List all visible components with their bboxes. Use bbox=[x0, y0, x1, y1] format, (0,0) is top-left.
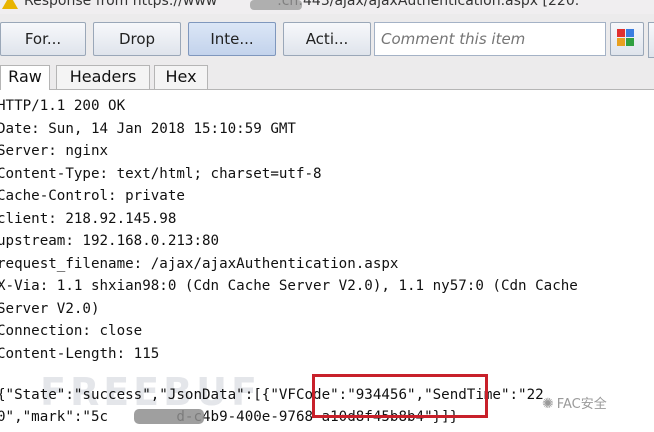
header-x-via-cont: Server V2.0) bbox=[0, 301, 100, 317]
header-content-length: Content-Length: 115 bbox=[0, 346, 160, 362]
warning-icon bbox=[2, 0, 18, 9]
intercept-button[interactable]: Inte... bbox=[188, 22, 276, 56]
source-watermark: ✺ FAC安全 bbox=[542, 396, 607, 412]
header-upstream: upstream: 192.168.0.213:80 bbox=[0, 233, 220, 249]
header-x-via: X-Via: 1.1 shxian98:0 (Cdn Cache Server … bbox=[0, 278, 578, 294]
vfcode-highlight-box bbox=[312, 374, 488, 418]
tab-raw[interactable]: Raw bbox=[0, 65, 50, 90]
highlight-color-button[interactable] bbox=[610, 22, 644, 56]
forward-button[interactable]: For... bbox=[0, 22, 86, 56]
redacted-domain bbox=[250, 0, 302, 10]
window-title-bar: Response from https://www .cn:443/ajax/aj… bbox=[0, 0, 654, 14]
tab-hex[interactable]: Hex bbox=[154, 65, 208, 89]
header-date: Date: Sun, 14 Jan 2018 15:10:59 GMT bbox=[0, 121, 296, 137]
header-server: Server: nginx bbox=[0, 143, 109, 159]
header-request-filename: request_filename: /ajax/ajaxAuthenticati… bbox=[0, 256, 399, 272]
redacted-mark bbox=[134, 409, 204, 424]
action-button[interactable]: Acti... bbox=[283, 22, 371, 56]
comment-input[interactable] bbox=[374, 22, 606, 56]
toolbar: For... Drop Inte... Acti... bbox=[0, 14, 654, 63]
header-cache-control: Cache-Control: private bbox=[0, 188, 185, 204]
status-line: HTTP/1.1 200 OK bbox=[0, 98, 126, 114]
overflow-button[interactable] bbox=[648, 22, 654, 58]
drop-button[interactable]: Drop bbox=[93, 22, 181, 56]
tab-headers[interactable]: Headers bbox=[56, 65, 150, 89]
response-body-editor[interactable]: FREEBUF HTTP/1.1 200 OK Date: Sun, 14 Ja… bbox=[0, 90, 654, 432]
message-view-tabs: Raw Headers Hex bbox=[0, 62, 654, 90]
wechat-icon: ✺ bbox=[542, 396, 554, 412]
header-client: client: 218.92.145.98 bbox=[0, 211, 177, 227]
header-content-type: Content-Type: text/html; charset=utf-8 bbox=[0, 166, 322, 182]
header-connection: Connection: close bbox=[0, 323, 143, 339]
